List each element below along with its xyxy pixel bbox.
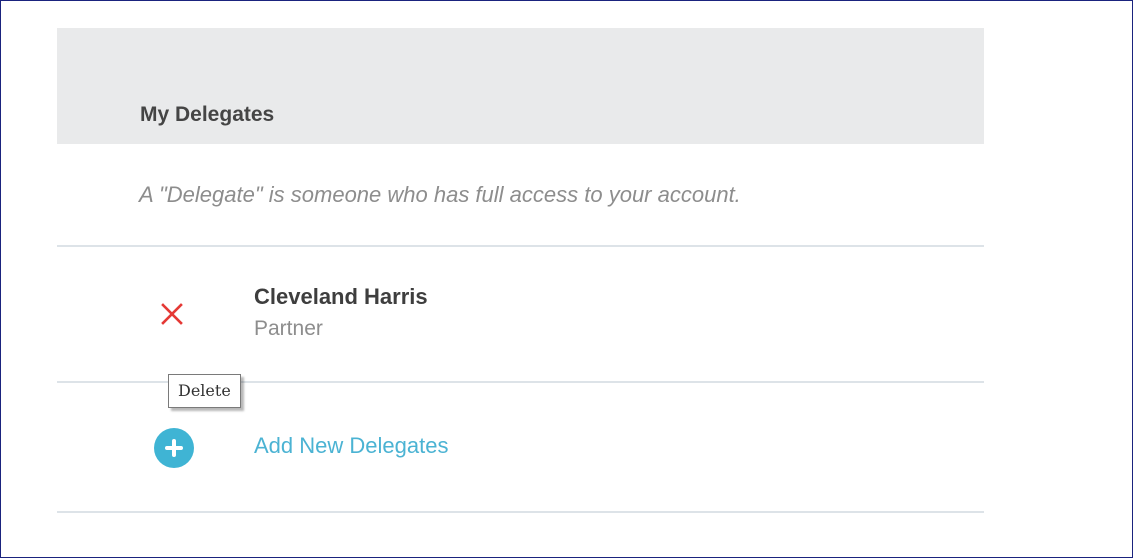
delegate-role: Partner [254, 317, 323, 340]
plus-circle-icon[interactable] [154, 428, 194, 468]
description-text: A "Delegate" is someone who has full acc… [139, 182, 741, 207]
delegates-panel: My Delegates A "Delegate" is someone who… [57, 28, 984, 513]
description-section: A "Delegate" is someone who has full acc… [57, 144, 984, 247]
page-title: My Delegates [140, 103, 275, 126]
app-frame: My Delegates A "Delegate" is someone who… [0, 0, 1133, 558]
delegate-row: Cleveland Harris Partner [57, 247, 984, 383]
delegate-name: Cleveland Harris [254, 284, 428, 309]
close-icon [161, 303, 183, 325]
panel-header: My Delegates [57, 28, 984, 144]
add-new-delegates-link[interactable]: Add New Delegates [254, 433, 448, 459]
delete-delegate-button[interactable] [158, 300, 186, 328]
delete-tooltip: Delete [168, 374, 241, 408]
